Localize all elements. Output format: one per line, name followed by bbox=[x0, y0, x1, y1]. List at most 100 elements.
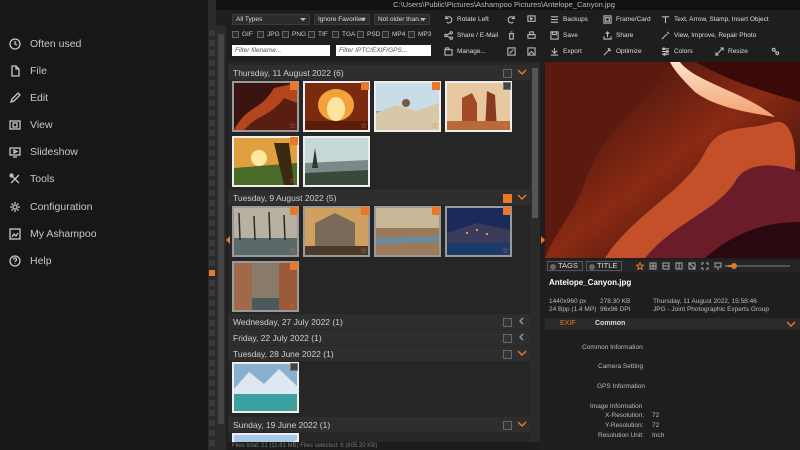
thumbnail[interactable]: ☆ bbox=[232, 136, 299, 187]
view-improve-button[interactable]: View, Improve, Repair Photo bbox=[661, 31, 756, 40]
exif-section-image[interactable]: Image Information bbox=[590, 403, 642, 410]
group-checkbox[interactable] bbox=[503, 194, 512, 203]
grid-icon[interactable] bbox=[662, 262, 670, 270]
filename-filter-input[interactable]: Filter filename... bbox=[232, 45, 330, 56]
menu-slideshow[interactable]: Slideshow bbox=[8, 143, 78, 161]
share-email-button[interactable]: Share / E-Mail bbox=[444, 31, 498, 40]
iptc-filter-input[interactable]: Filter IPTC/EXIF/GPS... bbox=[336, 45, 431, 56]
menu-file[interactable]: File bbox=[8, 62, 47, 80]
thumbnail[interactable]: ☆ bbox=[374, 206, 441, 257]
chevron-down-icon[interactable] bbox=[517, 349, 527, 357]
star-icon[interactable] bbox=[635, 261, 645, 271]
edit-icon[interactable] bbox=[507, 47, 516, 56]
format-tif-checkbox[interactable]: TIF bbox=[308, 31, 328, 38]
menu-view[interactable]: View bbox=[8, 116, 53, 134]
optimize-button[interactable]: Optimize bbox=[603, 47, 642, 56]
thumbnail[interactable]: ☆ bbox=[303, 81, 370, 132]
group-checkbox[interactable] bbox=[503, 421, 512, 430]
thumbnail[interactable]: ☆ bbox=[303, 206, 370, 257]
menu-help[interactable]: Help bbox=[8, 252, 52, 270]
thumbnail[interactable]: ☆ bbox=[232, 206, 299, 257]
delete-icon[interactable] bbox=[507, 31, 516, 40]
image-icon[interactable] bbox=[527, 47, 536, 56]
menu-often-used[interactable]: Often used bbox=[8, 35, 81, 53]
grid-icon[interactable] bbox=[649, 262, 657, 270]
zoom-slider[interactable] bbox=[728, 263, 790, 269]
compare-icon[interactable] bbox=[688, 262, 696, 270]
group-checkbox[interactable] bbox=[503, 318, 512, 327]
format-png-checkbox[interactable]: PNG bbox=[282, 31, 306, 38]
group-checkbox[interactable] bbox=[503, 334, 512, 343]
exif-section-gps[interactable]: GPS Information bbox=[597, 383, 645, 390]
star-icon: ☆ bbox=[502, 121, 510, 130]
menu-my-ashampoo[interactable]: My Ashampoo bbox=[8, 225, 97, 243]
manage-button[interactable]: Manage... bbox=[444, 47, 486, 56]
browser-scrollbar[interactable] bbox=[530, 62, 540, 442]
grid-icon[interactable] bbox=[675, 262, 683, 270]
colors-button[interactable]: Colors bbox=[661, 47, 693, 56]
format-tga-checkbox[interactable]: TGA bbox=[332, 31, 355, 38]
format-gif-checkbox[interactable]: GIF bbox=[232, 31, 253, 38]
thumbnail[interactable]: ☆ bbox=[232, 81, 299, 132]
format-psd-checkbox[interactable]: PSD bbox=[357, 31, 380, 38]
tab-exif[interactable]: EXIF bbox=[560, 320, 576, 327]
format-mp3-checkbox[interactable]: MP3 bbox=[408, 31, 431, 38]
thumbnail[interactable]: ☆ bbox=[445, 206, 512, 257]
title-button[interactable]: TITLE bbox=[586, 261, 623, 271]
resize-button[interactable]: Resize bbox=[715, 47, 748, 56]
share-button[interactable]: Share bbox=[603, 31, 633, 40]
group-header[interactable]: Sunday, 19 June 2022 (1) bbox=[228, 417, 530, 432]
thumbnail[interactable]: ☆ bbox=[445, 81, 512, 132]
group-checkbox[interactable] bbox=[503, 350, 512, 359]
image-preview[interactable] bbox=[545, 62, 800, 258]
chevron-down-icon[interactable] bbox=[786, 320, 796, 328]
exif-section-common[interactable]: Common Information bbox=[582, 344, 643, 351]
tab-common[interactable]: Common bbox=[595, 320, 625, 327]
fullscreen-icon[interactable] bbox=[701, 262, 709, 270]
age-filter-select[interactable]: Not older than... bbox=[374, 14, 430, 25]
rotate-right-icon[interactable] bbox=[507, 15, 516, 24]
splitter-left-handle[interactable] bbox=[226, 236, 230, 244]
thumbnail[interactable] bbox=[303, 136, 370, 187]
rotate-left-button[interactable]: Rotate Left bbox=[444, 15, 489, 24]
share-icon bbox=[603, 31, 612, 40]
menu-edit[interactable]: Edit bbox=[8, 89, 48, 107]
backups-button[interactable]: Backups bbox=[550, 15, 588, 24]
star-icon: ☆ bbox=[360, 121, 368, 130]
menu-configuration[interactable]: Configuration bbox=[8, 198, 92, 216]
screen-icon[interactable] bbox=[527, 15, 536, 24]
folder-scrollbar[interactable] bbox=[216, 26, 226, 450]
monitor-icon[interactable] bbox=[714, 262, 722, 270]
export-button[interactable]: Export bbox=[550, 47, 582, 56]
save-button[interactable]: Save bbox=[550, 31, 578, 40]
group-checkbox[interactable] bbox=[503, 69, 512, 78]
thumbnail[interactable]: ☆ bbox=[232, 362, 299, 413]
text-icon bbox=[661, 16, 670, 24]
group-header[interactable]: Thursday, 11 August 2022 (6) bbox=[228, 65, 530, 80]
chevron-left-icon[interactable] bbox=[517, 333, 527, 341]
checkbox-icon bbox=[290, 363, 298, 371]
chevron-down-icon[interactable] bbox=[517, 193, 527, 201]
exif-value: 72 bbox=[652, 412, 660, 419]
tags-button[interactable]: TAGS bbox=[547, 261, 583, 271]
frame-card-button[interactable]: Frame/Card bbox=[603, 15, 651, 24]
chevron-down-icon[interactable] bbox=[517, 420, 527, 428]
plugins-icon[interactable] bbox=[771, 47, 780, 56]
chevron-left-icon[interactable] bbox=[517, 317, 527, 325]
group-header[interactable]: Friday, 22 July 2022 (1) bbox=[228, 330, 530, 345]
thumbnail[interactable]: ☆ bbox=[232, 261, 299, 312]
type-filter-select[interactable]: All Types bbox=[232, 14, 310, 25]
print-icon[interactable] bbox=[527, 31, 536, 40]
favorites-filter-select[interactable]: Ignore Favorites bbox=[314, 14, 370, 25]
format-jpg-checkbox[interactable]: JPG bbox=[257, 31, 280, 38]
chevron-down-icon[interactable] bbox=[517, 68, 527, 76]
exif-section-camera[interactable]: Camera Setting bbox=[598, 363, 643, 370]
menu-tools[interactable]: Tools bbox=[8, 170, 55, 188]
group-header[interactable]: Wednesday, 27 July 2022 (1) bbox=[228, 314, 530, 329]
checkbox-checked-icon bbox=[290, 262, 298, 270]
group-header[interactable]: Tuesday, 28 June 2022 (1) bbox=[228, 346, 530, 361]
text-arrow-button[interactable]: Text, Arrow, Stamp, Insert Object bbox=[661, 15, 769, 24]
group-header[interactable]: Tuesday, 9 August 2022 (5) bbox=[228, 190, 530, 205]
thumbnail[interactable]: ☆ bbox=[374, 81, 441, 132]
format-mp4-checkbox[interactable]: MP4 bbox=[382, 31, 405, 38]
